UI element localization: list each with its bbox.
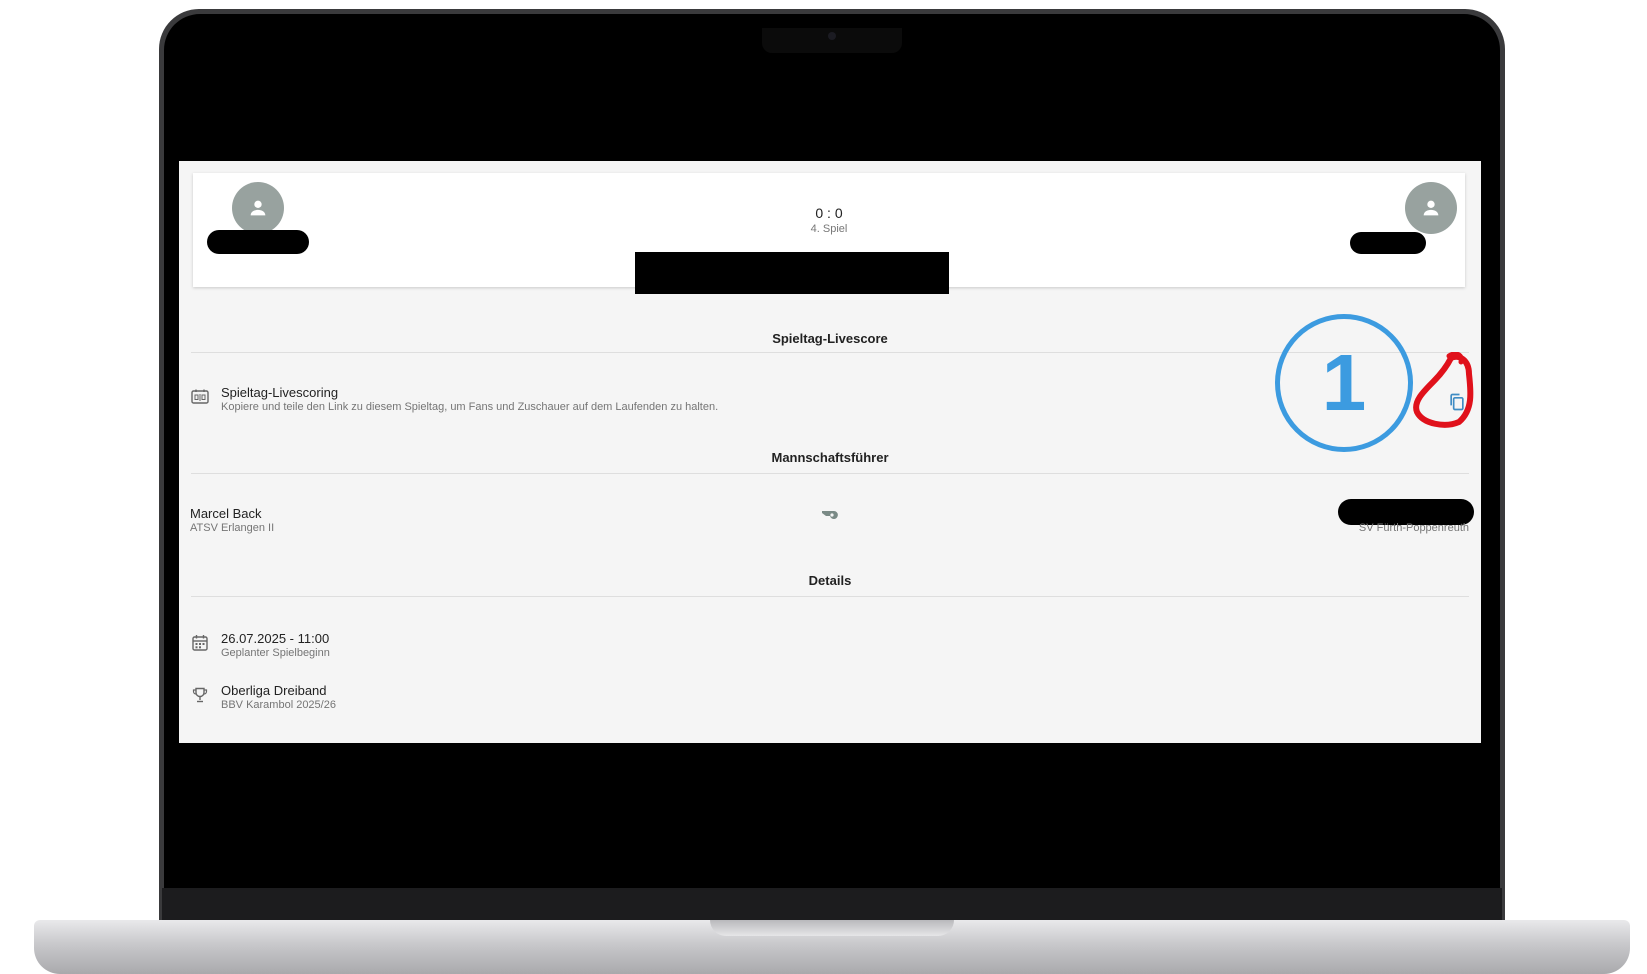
laptop-opening-lip <box>710 920 954 936</box>
trophy-icon <box>190 685 210 705</box>
laptop-hinge <box>162 888 1502 922</box>
livescoring-description: Kopiere und teile den Link zu diesem Spi… <box>221 401 719 413</box>
section-title-captains: Mannschaftsführer <box>771 450 889 465</box>
highlight-circle <box>1413 352 1474 428</box>
league-season: BBV Karambol 2025/26 <box>221 699 336 711</box>
person-icon <box>1423 200 1439 216</box>
calendar-icon <box>190 632 210 652</box>
section-divider <box>191 596 1469 597</box>
section-title-details: Details <box>808 573 852 588</box>
scoreboard-icon <box>190 387 210 407</box>
redacted-away-team-name <box>1350 232 1426 254</box>
home-captain-team: ATSV Erlangen II <box>190 522 275 534</box>
whistle-icon <box>820 504 840 524</box>
camera-icon <box>828 32 836 40</box>
away-captain-team: SV Fürth-Poppenreuth <box>1358 522 1469 534</box>
livescoring-title: Spieltag-Livescoring <box>221 385 339 400</box>
match-score: 0 : 0 <box>815 205 843 221</box>
league-name: Oberliga Dreiband <box>221 683 327 698</box>
redacted-match-info <box>635 252 949 294</box>
step-marker: 1 <box>1275 314 1413 452</box>
section-divider <box>191 473 1469 474</box>
game-number: 4. Spiel <box>810 223 848 235</box>
away-team-avatar <box>1405 182 1457 234</box>
home-captain-name: Marcel Back <box>190 506 262 521</box>
match-datetime-label: Geplanter Spielbeginn <box>221 647 330 659</box>
app-screen: 0 : 0 4. Spiel Spieltag-Livescore Spielt… <box>179 161 1481 743</box>
match-datetime: 26.07.2025 - 11:00 <box>221 631 330 646</box>
section-divider <box>191 352 1469 353</box>
